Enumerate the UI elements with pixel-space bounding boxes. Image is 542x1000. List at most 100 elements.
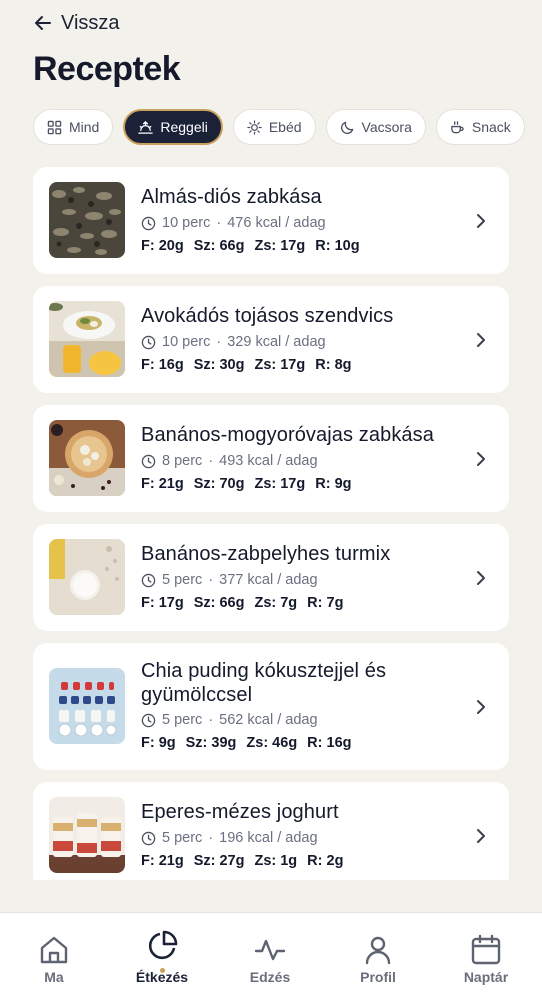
chevron-right-icon xyxy=(477,571,485,585)
clock-icon xyxy=(141,216,156,230)
recipe-time: 10 perc xyxy=(162,334,211,350)
recipe-list[interactable]: Almás-diós zabkása 10 perc · 476 kcal / … xyxy=(33,167,509,880)
nav-item-etkezes[interactable]: Étkezés xyxy=(122,930,202,985)
meta-separator: · xyxy=(208,572,214,588)
macro-fiber: R: 10g xyxy=(315,238,360,254)
recipe-kcal: 329 kcal / adag xyxy=(227,334,326,350)
recipe-card[interactable]: Almás-diós zabkása 10 perc · 476 kcal / … xyxy=(33,167,509,274)
macro-protein: F: 21g xyxy=(141,853,184,869)
recipe-meta: 5 perc · 196 kcal / adag xyxy=(141,830,318,846)
meal-filter-bar: Mind Reggeli Ebéd Vacsora Snack xyxy=(33,109,542,145)
filter-chip-vacsora[interactable]: Vacsora xyxy=(325,109,426,145)
clock-icon xyxy=(141,335,156,349)
page-title: Receptek xyxy=(33,50,181,88)
recipe-thumbnail xyxy=(49,182,125,258)
recipe-thumbnail xyxy=(49,539,125,615)
nav-label: Profil xyxy=(360,969,396,985)
filter-chip-label: Ebéd xyxy=(268,119,302,135)
recipe-macros: F: 21g Sz: 70g Zs: 17g R: 9g xyxy=(141,476,351,492)
recipe-macros: F: 9g Sz: 39g Zs: 46g R: 16g xyxy=(141,735,352,751)
moon-icon xyxy=(340,121,353,134)
filter-chip-label: Vacsora xyxy=(361,119,412,135)
recipe-time: 8 perc xyxy=(162,453,203,469)
macro-fiber: R: 8g xyxy=(315,357,352,373)
arrow-left-icon xyxy=(35,16,51,30)
chevron-right-icon xyxy=(477,214,485,228)
macro-protein: F: 9g xyxy=(141,735,176,751)
activity-icon xyxy=(254,939,286,961)
macro-protein: F: 20g xyxy=(141,238,184,254)
recipe-thumbnail xyxy=(49,797,125,873)
recipe-meta: 10 perc · 329 kcal / adag xyxy=(141,334,326,350)
chevron-right-icon xyxy=(477,333,485,347)
recipe-card[interactable]: Eperes-mézes joghurt 5 perc · 196 kcal /… xyxy=(33,782,509,880)
recipe-meta: 10 perc · 476 kcal / adag xyxy=(141,215,326,231)
calendar-icon xyxy=(471,934,501,965)
macro-fat: Zs: 7g xyxy=(254,595,298,611)
filter-chip-ebed[interactable]: Ebéd xyxy=(232,109,316,145)
recipe-kcal: 493 kcal / adag xyxy=(219,453,318,469)
home-icon xyxy=(40,936,68,964)
filter-chip-snack[interactable]: Snack xyxy=(435,109,525,145)
pie-chart-icon xyxy=(148,930,178,960)
user-icon xyxy=(365,936,391,965)
grid-icon xyxy=(47,120,62,134)
recipe-card[interactable]: Banános-zabpelyhes turmix 5 perc · 377 k… xyxy=(33,524,509,631)
recipe-meta: 5 perc · 377 kcal / adag xyxy=(141,572,318,588)
recipe-thumbnail xyxy=(49,668,125,744)
recipe-card[interactable]: Chia puding kókusztejjel és gyümölccsel … xyxy=(33,643,509,770)
nav-label: Edzés xyxy=(249,969,291,985)
recipe-macros: F: 17g Sz: 66g Zs: 7g R: 7g xyxy=(141,595,343,611)
chevron-right-icon xyxy=(477,452,485,466)
macro-fat: Zs: 17g xyxy=(254,238,306,254)
recipe-name: Avokádós tojásos szendvics xyxy=(141,305,394,327)
macro-fat: Zs: 17g xyxy=(254,357,306,373)
filter-chip-mind[interactable]: Mind xyxy=(33,109,114,145)
macro-carbs: Sz: 27g xyxy=(193,853,245,869)
macro-fiber: R: 16g xyxy=(307,735,352,751)
sun-icon xyxy=(247,119,262,135)
filter-chip-label: Snack xyxy=(471,119,511,135)
macro-fat: Zs: 1g xyxy=(254,853,298,869)
recipe-time: 5 perc xyxy=(162,572,203,588)
recipe-name: Banános-zabpelyhes turmix xyxy=(141,543,391,565)
nav-label: Naptár xyxy=(463,969,509,985)
active-indicator-dot xyxy=(160,968,165,973)
clock-icon xyxy=(141,454,156,468)
recipe-name: Banános-mogyoróvajas zabkása xyxy=(141,424,434,446)
recipe-macros: F: 21g Sz: 27g Zs: 1g R: 2g xyxy=(141,853,343,869)
macro-protein: F: 16g xyxy=(141,357,184,373)
clock-icon xyxy=(141,573,156,587)
recipe-card[interactable]: Avokádós tojásos szendvics 10 perc · 329… xyxy=(33,286,509,393)
recipe-time: 5 perc xyxy=(162,830,203,846)
recipe-meta: 5 perc · 562 kcal / adag xyxy=(141,712,318,728)
macro-protein: F: 17g xyxy=(141,595,184,611)
nav-item-naptar[interactable]: Naptár xyxy=(446,933,526,985)
filter-chip-label: Reggeli xyxy=(160,119,208,135)
nav-item-edzes[interactable]: Edzés xyxy=(230,933,310,985)
back-label: Vissza xyxy=(61,11,120,34)
cup-icon xyxy=(451,120,464,133)
recipe-card[interactable]: Banános-mogyoróvajas zabkása 8 perc · 49… xyxy=(33,405,509,512)
sunrise-icon xyxy=(138,120,154,134)
recipe-thumbnail xyxy=(49,301,125,377)
macro-carbs: Sz: 66g xyxy=(193,595,245,611)
recipe-time: 10 perc xyxy=(162,215,211,231)
macro-carbs: Sz: 30g xyxy=(193,357,245,373)
macro-carbs: Sz: 39g xyxy=(185,735,237,751)
recipe-name: Eperes-mézes joghurt xyxy=(141,801,339,823)
macro-carbs: Sz: 70g xyxy=(193,476,245,492)
macro-fiber: R: 7g xyxy=(307,595,344,611)
nav-item-ma[interactable]: Ma xyxy=(14,933,94,985)
nav-item-profil[interactable]: Profil xyxy=(338,933,418,985)
recipe-kcal: 196 kcal / adag xyxy=(219,830,318,846)
recipe-name: Chia puding kókusztejjel és gyümölccsel xyxy=(141,660,387,706)
clock-icon xyxy=(141,831,156,845)
recipe-thumbnail xyxy=(49,420,125,496)
meta-separator: · xyxy=(208,712,214,728)
filter-chip-reggeli[interactable]: Reggeli xyxy=(123,109,223,145)
recipe-kcal: 562 kcal / adag xyxy=(219,712,318,728)
chevron-right-icon xyxy=(477,829,485,843)
back-button[interactable]: Vissza xyxy=(33,10,120,36)
macro-carbs: Sz: 66g xyxy=(193,238,245,254)
